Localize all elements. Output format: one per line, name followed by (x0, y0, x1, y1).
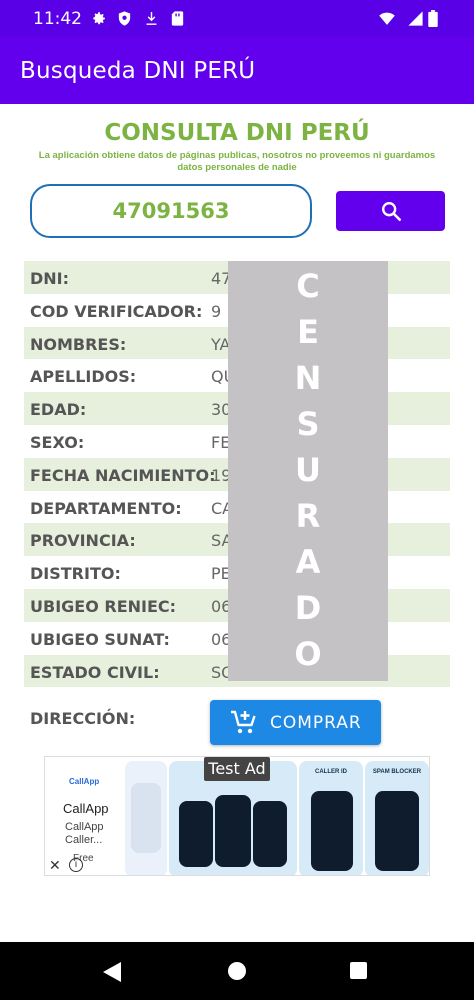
field-label: UBIGEO RENIEC: (30, 596, 177, 616)
page-title: CONSULTA DNI PERÚ (104, 120, 370, 146)
ad-logo: CallApp (69, 777, 100, 786)
censor-letter: U (295, 451, 321, 489)
ad-screenshot: CALLER ID (299, 761, 363, 875)
censor-letter: S (296, 405, 320, 443)
ad-screenshot (125, 761, 167, 875)
ad-panel-title: SPAM BLOCKER (372, 769, 422, 775)
ad-app-name: CallApp (63, 801, 109, 816)
ad-panel-title: CALLER ID (315, 769, 347, 775)
app-bar: Busqueda DNI PERÚ (0, 37, 474, 104)
shield-icon (118, 11, 131, 26)
censor-letter: E (297, 313, 319, 351)
battery-icon (428, 10, 438, 27)
gear-icon (93, 12, 105, 25)
search-button[interactable] (336, 191, 445, 231)
app-title: Busqueda DNI PERÚ (20, 58, 256, 84)
field-label: PROVINCIA: (30, 531, 136, 551)
add-to-cart-icon (231, 710, 256, 734)
wifi-icon (379, 12, 395, 25)
field-label: EDAD: (30, 400, 87, 420)
field-label: DEPARTAMENTO: (30, 498, 182, 518)
field-label: COD VERIFICADOR: (30, 301, 203, 321)
home-icon[interactable] (228, 962, 246, 980)
ad-info-panel: CallApp CallApp CallApp Caller... Free ✕… (45, 757, 125, 875)
field-label: APELLIDOS: (30, 367, 137, 387)
censor-letter: C (296, 267, 320, 305)
field-value: 9 (211, 301, 222, 321)
censor-letter: D (294, 589, 322, 627)
field-label: SEXO: (30, 432, 85, 452)
field-label: NOMBRES: (30, 334, 127, 354)
censor-letter: A (295, 543, 321, 581)
disclaimer-text: La aplicación obtiene datos de páginas p… (38, 150, 436, 173)
field-label: DNI: (30, 269, 70, 288)
sd-card-icon (171, 11, 184, 26)
field-label: UBIGEO SUNAT: (30, 629, 170, 649)
ad-subtitle: CallApp Caller... (65, 821, 104, 846)
info-icon[interactable]: i (69, 858, 83, 872)
signal-icon (408, 11, 423, 26)
censor-letter: N (294, 359, 322, 397)
recent-apps-icon[interactable] (350, 962, 367, 979)
buy-button-label: COMPRAR (270, 713, 362, 733)
censor-overlay: C E N S U R A D O (228, 261, 388, 681)
download-icon (146, 12, 157, 25)
censor-letter: R (295, 497, 321, 535)
close-icon[interactable]: ✕ (49, 857, 61, 874)
dni-input[interactable] (30, 184, 312, 238)
field-label: FECHA NACIMIENTO: (30, 465, 216, 485)
censor-letter: O (294, 635, 322, 673)
test-ad-badge: Test Ad (204, 757, 270, 781)
address-label: DIRECCIÓN: (30, 709, 136, 728)
field-label: ESTADO CIVIL: (30, 662, 160, 682)
search-icon (382, 202, 401, 221)
ad-screenshot: SPAM BLOCKER (365, 761, 429, 875)
field-label: DISTRITO: (30, 564, 121, 584)
back-icon[interactable] (103, 962, 121, 982)
buy-button[interactable]: COMPRAR (210, 700, 381, 745)
status-bar: 11:42 (0, 0, 474, 37)
status-time: 11:42 (33, 9, 82, 29)
